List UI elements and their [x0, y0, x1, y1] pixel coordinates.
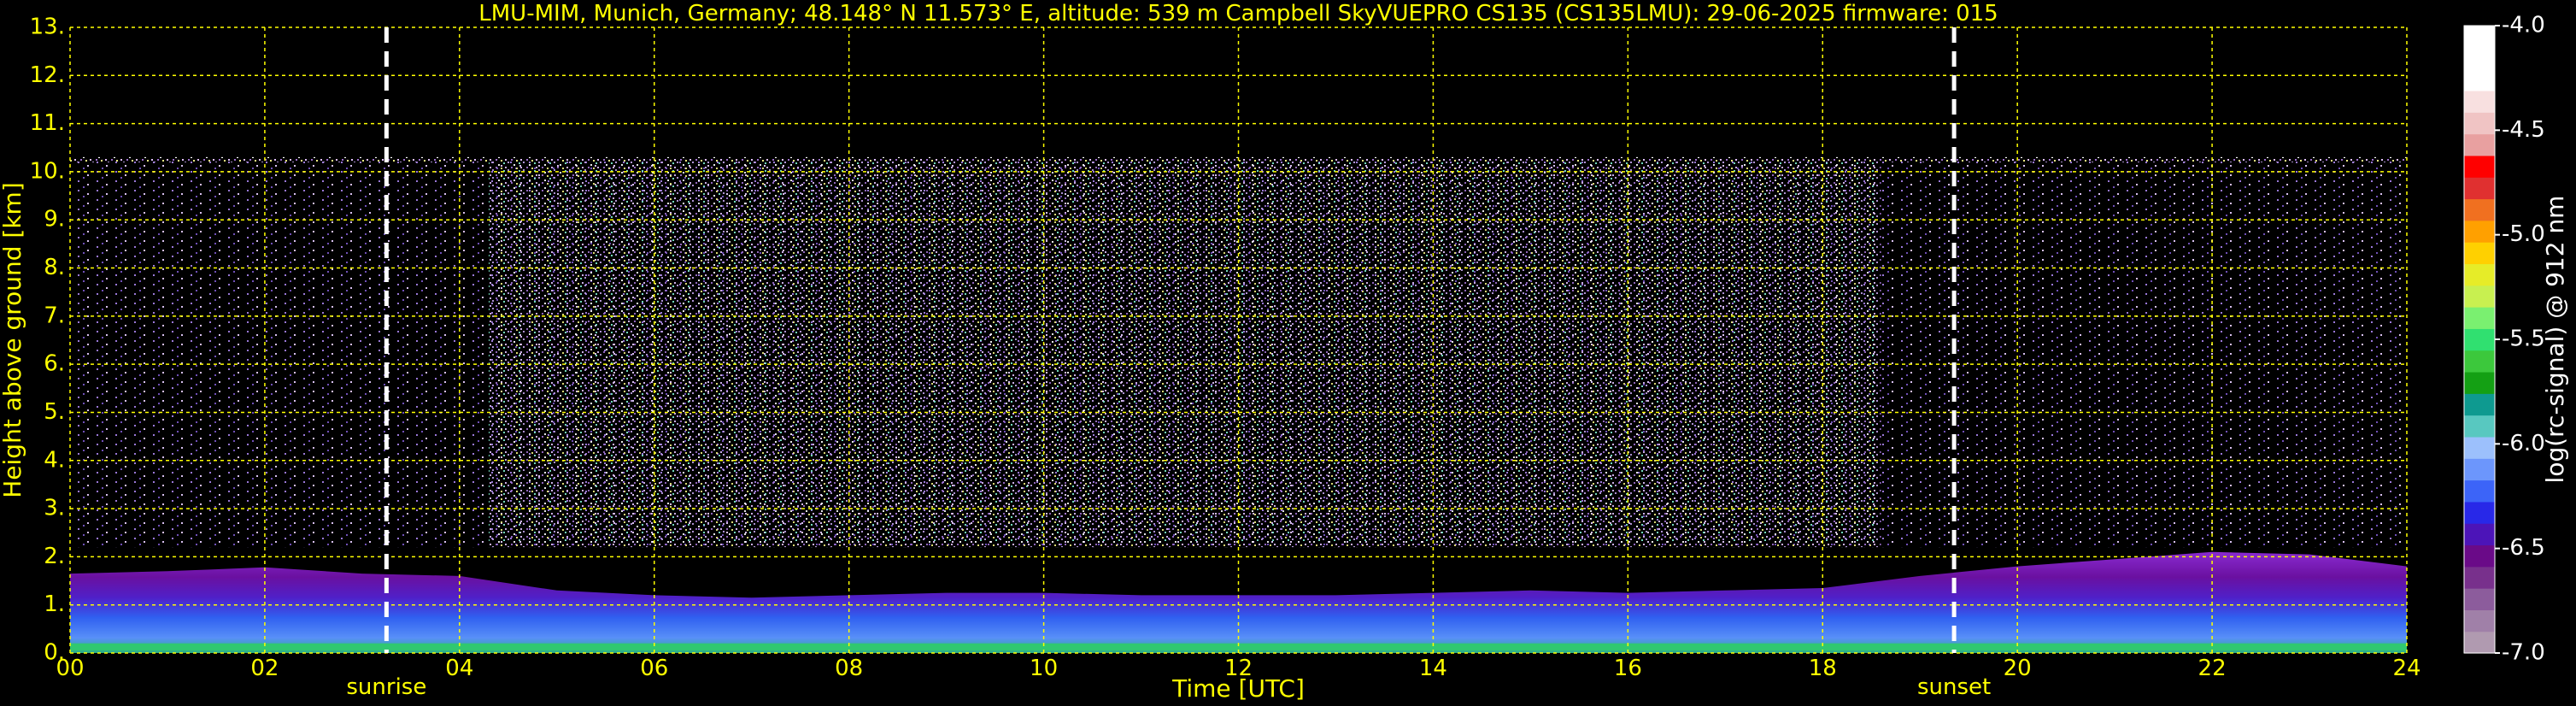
colorbar-segment [2464, 26, 2495, 48]
daytime-noise [489, 159, 1881, 548]
colorbar-segment [2464, 544, 2495, 568]
colorbar-segment [2464, 112, 2495, 135]
y-tick-label: 8. [44, 255, 65, 280]
colorbar-segment [2464, 523, 2495, 546]
plot-area: sunrise sunset 0.1.2.3.4.5.6.7.8.9.10.11.… [30, 15, 2421, 701]
colorbar-segment [2464, 328, 2495, 351]
colorbar-segment [2464, 198, 2495, 221]
colorbar-tick-label: -5.5 [2502, 327, 2545, 352]
y-tick-label: 1. [44, 591, 65, 617]
y-tick-label: 7. [44, 303, 65, 328]
x-tick-label: 24 [2392, 656, 2421, 681]
y-axis-label: Height above ground [km] [0, 182, 26, 498]
colorbar-segment [2464, 263, 2495, 286]
colorbar-label: log(rc-signal) @ 912 nm [2541, 196, 2569, 484]
x-tick-label: 00 [56, 656, 84, 681]
x-tick-label: 22 [2198, 656, 2227, 681]
colorbar-segment [2464, 242, 2495, 265]
y-tick-label: 5. [44, 399, 65, 425]
colorbar-tick-label: -4.5 [2502, 117, 2545, 143]
colorbar-tick-label: -6.0 [2502, 431, 2545, 456]
x-axis-label: Time [UTC] [1171, 674, 1305, 703]
colorbar-tick-label: -7.0 [2502, 640, 2545, 666]
colorbar: -4.0 -4.5 -5.0 -5.5 -6.0 -6.5 -7.0 [2463, 13, 2545, 666]
colorbar-segment [2464, 371, 2495, 394]
colorbar-segment [2464, 133, 2495, 156]
x-tick-label: 10 [1030, 656, 1058, 681]
y-tick-labels: 0.1.2.3.4.5.6.7.8.9.10.11.12.13. [30, 15, 65, 666]
x-tick-label: 14 [1419, 656, 1447, 681]
colorbar-segment [2464, 609, 2495, 632]
colorbar-segment [2464, 631, 2495, 654]
colorbar-segment [2464, 588, 2495, 610]
y-tick-label: 11. [30, 110, 65, 136]
colorbar-segment [2464, 285, 2495, 308]
colorbar-segment [2464, 155, 2495, 178]
sunset-label: sunset [1917, 674, 1991, 700]
colorbar-tick-label: -5.0 [2502, 221, 2545, 247]
colorbar-segment [2464, 220, 2495, 243]
y-tick-label: 4. [44, 447, 65, 473]
colorbar-segment [2464, 393, 2495, 416]
colorbar-segment [2464, 177, 2495, 200]
y-tick-label: 6. [44, 351, 65, 377]
colorbar-segment [2464, 479, 2495, 503]
x-tick-label: 08 [835, 656, 863, 681]
y-tick-label: 12. [30, 62, 65, 88]
x-tick-label: 20 [2004, 656, 2032, 681]
x-tick-label: 04 [445, 656, 473, 681]
colorbar-segment [2464, 307, 2495, 329]
colorbar-tick-label: -6.5 [2502, 535, 2545, 561]
sunrise-label: sunrise [346, 674, 426, 700]
y-tick-label: 10. [30, 158, 65, 184]
x-tick-label: 06 [640, 656, 668, 681]
x-tick-label: 18 [1809, 656, 1837, 681]
y-tick-label: 13. [30, 15, 65, 40]
colorbar-tick-label: -4.0 [2502, 13, 2545, 38]
x-tick-label: 16 [1614, 656, 1642, 681]
colorbar-segment [2464, 68, 2495, 91]
y-tick-label: 2. [44, 544, 65, 569]
colorbar-segment [2464, 566, 2495, 589]
x-tick-label: 02 [250, 656, 279, 681]
colorbar-segment [2464, 458, 2495, 481]
y-tick-label: 3. [44, 496, 65, 521]
colorbar-segment [2464, 47, 2495, 70]
chart-title: LMU-MIM, Munich, Germany; 48.148° N 11.5… [478, 1, 1998, 26]
colorbar-segment [2464, 436, 2495, 459]
y-tick-label: 9. [44, 207, 65, 232]
colorbar-segment [2464, 90, 2495, 113]
colorbar-segment [2464, 501, 2495, 524]
ceilometer-chart: sunrise sunset 0.1.2.3.4.5.6.7.8.9.10.11.… [0, 1, 2569, 703]
colorbar-segment [2464, 350, 2495, 373]
colorbar-segment [2464, 415, 2495, 438]
